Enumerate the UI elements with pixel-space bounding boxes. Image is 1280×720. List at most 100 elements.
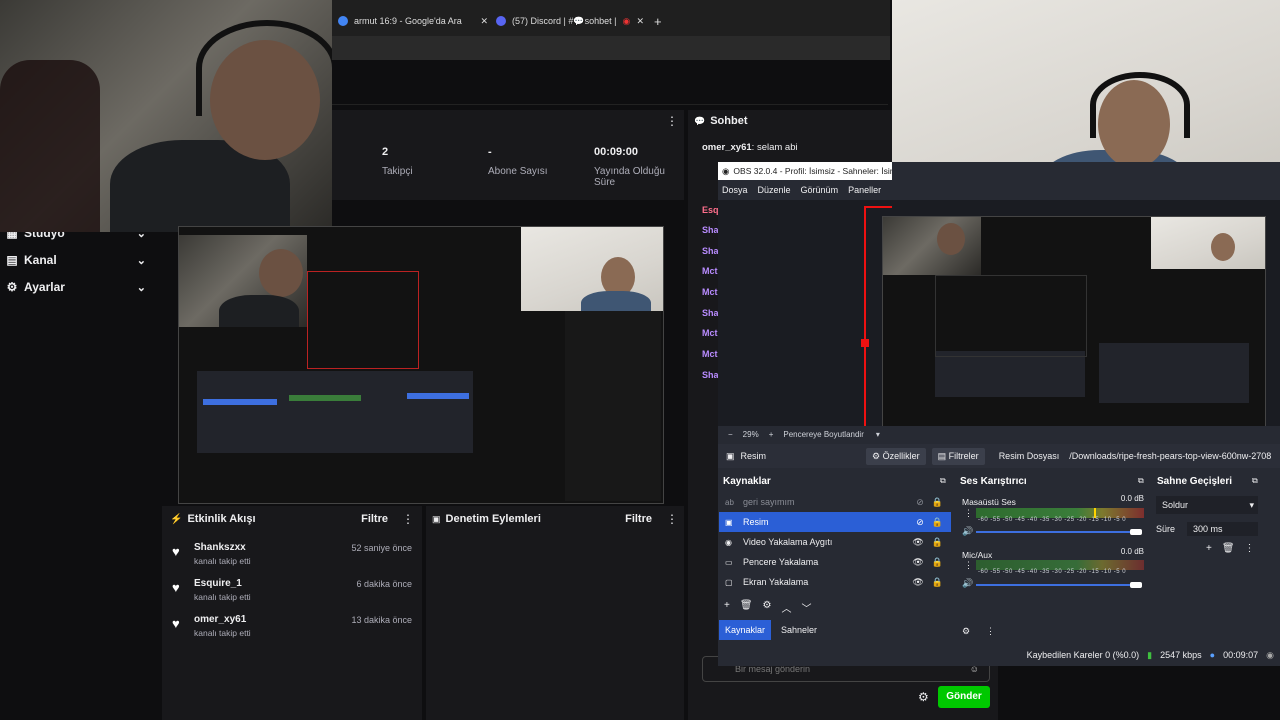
menu-docks[interactable]: Paneller: [848, 185, 881, 195]
moderation-more-icon[interactable]: ⋮: [666, 512, 678, 526]
eye-off-icon[interactable]: ⊘: [916, 497, 924, 508]
move-down-icon[interactable]: ﹀: [802, 600, 812, 615]
sidebar-item-channel[interactable]: ▤ Kanal ⌄: [6, 253, 146, 267]
delete-transition-icon[interactable]: 🗑: [1222, 543, 1235, 554]
volume-slider[interactable]: [976, 531, 1140, 533]
dock-float-icon[interactable]: ⧉: [1138, 476, 1144, 486]
transition-select[interactable]: Soldur ▾: [1156, 496, 1258, 514]
delete-source-icon[interactable]: 🗑: [740, 600, 753, 615]
source-row[interactable]: ab geri sayımım ⊘ 🔒: [719, 492, 951, 512]
moderation-header: ▣ Denetim Eylemleri Filtre ⋮: [432, 512, 678, 526]
chat-username[interactable]: Sha: [702, 246, 719, 256]
meter-scale: -60 -55 -50 -45 -40 -35 -30 -25 -20 -15 …: [978, 517, 1127, 523]
stat-uptime: 00:09:00 Yayında Olduğu Süre: [594, 146, 665, 188]
eye-icon[interactable]: 👁: [912, 537, 923, 548]
activity-filter-button[interactable]: Filtre: [361, 513, 388, 525]
zoom-in-button[interactable]: +: [769, 430, 774, 439]
source-row[interactable]: ▭ Pencere Yakalama 👁 🔒: [719, 552, 951, 572]
close-tab-icon[interactable]: ✕: [480, 16, 488, 27]
zoom-out-button[interactable]: −: [728, 430, 733, 439]
speaker-icon[interactable]: 🔊: [962, 526, 973, 537]
dock-float-icon[interactable]: ⧉: [940, 476, 946, 486]
properties-button[interactable]: ⚙ Özellikler: [866, 447, 926, 465]
menu-file[interactable]: Dosya: [722, 185, 748, 195]
preview-selection-line: [864, 206, 866, 426]
nested-webcam: [1151, 217, 1265, 269]
moderation-filter-button[interactable]: Filtre: [625, 513, 652, 525]
google-icon: [338, 16, 348, 26]
chevron-down-icon[interactable]: ▾: [876, 430, 880, 439]
chat-username[interactable]: Mct: [702, 287, 718, 297]
tab-discord[interactable]: (57) Discord | #💬sohbet | ◉ ✕: [496, 10, 644, 32]
eye-icon[interactable]: 👁: [912, 557, 923, 568]
channel-menu-icon[interactable]: ⋮: [964, 560, 973, 571]
menu-view[interactable]: Görünüm: [801, 185, 839, 195]
channel-icon: ▤: [6, 253, 18, 267]
chat-username[interactable]: Mct: [702, 349, 718, 359]
meter-scale: -60 -55 -50 -45 -40 -35 -30 -25 -20 -15 …: [978, 569, 1127, 575]
source-row[interactable]: ▣ Resim ⊘ 🔒: [719, 512, 951, 532]
heart-icon: ♥: [172, 616, 180, 631]
settings-icon: ⚙: [6, 280, 18, 294]
add-source-icon[interactable]: +: [724, 600, 730, 615]
stat-subscribers: - Abone Sayısı: [488, 146, 548, 177]
channel-menu-icon[interactable]: ⋮: [964, 508, 973, 519]
chat-username[interactable]: Sha: [702, 308, 719, 318]
chat-username[interactable]: Esq: [702, 205, 719, 215]
sources-toolbar: + 🗑 ⚙ ︿ ﹀: [724, 600, 812, 615]
text-icon: ab: [725, 497, 734, 507]
activity-header: ⚡ Etkinlik Akışı Filtre ⋮: [170, 512, 414, 526]
preview-selection-top: [864, 206, 892, 208]
tab-scenes[interactable]: Sahneler: [774, 620, 824, 640]
preview-handle[interactable]: [861, 339, 869, 347]
nested-frame: [935, 275, 1087, 357]
chat-username[interactable]: Sha: [702, 225, 719, 235]
sidebar-item-settings[interactable]: ⚙ Ayarlar ⌄: [6, 280, 146, 294]
volume-knob[interactable]: [1130, 529, 1142, 535]
window-icon: ▭: [725, 557, 733, 567]
nested-webcam: [883, 217, 981, 275]
source-settings-icon[interactable]: ⚙: [763, 600, 772, 615]
lock-icon[interactable]: 🔒: [932, 577, 943, 588]
tab-sources[interactable]: Kaynaklar: [719, 620, 771, 640]
chat-settings-icon[interactable]: ⚙: [918, 690, 929, 704]
stat-followers: 2 Takipçi: [382, 146, 413, 177]
image-path-field[interactable]: /Downloads/ripe-fresh-pears-top-view-600…: [1069, 451, 1271, 461]
activity-more-icon[interactable]: ⋮: [402, 512, 414, 526]
duration-field[interactable]: 300 ms: [1187, 522, 1258, 536]
duration-row: Süre 300 ms: [1156, 522, 1258, 536]
eye-icon[interactable]: 👁: [912, 577, 923, 588]
stats-more-icon[interactable]: ⋮: [666, 114, 678, 128]
transition-menu-icon[interactable]: ⋮: [1245, 543, 1255, 554]
close-tab-icon[interactable]: ✕: [636, 16, 644, 27]
dock-float-icon[interactable]: ⧉: [1252, 476, 1258, 486]
speaker-icon[interactable]: 🔊: [962, 578, 973, 589]
lock-icon[interactable]: 🔒: [932, 517, 943, 528]
tab-google[interactable]: armut 16:9 - Google'da Ara ✕: [338, 10, 488, 32]
lock-icon[interactable]: 🔒: [932, 557, 943, 568]
chat-username[interactable]: Sha: [702, 370, 719, 380]
source-row[interactable]: ▢ Ekran Yakalama 👁 🔒: [719, 572, 951, 592]
mixer-title: Ses Karıştırıcı: [960, 476, 1027, 487]
dashboard-sidebar: [0, 220, 160, 720]
lock-icon[interactable]: 🔒: [932, 497, 943, 508]
send-button[interactable]: Gönder: [938, 686, 990, 708]
mixer-settings-icon[interactable]: ⚙: [962, 626, 970, 637]
mixer-menu-icon[interactable]: ⋮: [986, 626, 995, 637]
volume-knob[interactable]: [1130, 582, 1142, 588]
chat-username[interactable]: Mct: [702, 328, 718, 338]
eye-off-icon[interactable]: ⊘: [916, 517, 924, 528]
source-row[interactable]: ◉ Video Yakalama Aygıtı 👁 🔒: [719, 532, 951, 552]
menu-edit[interactable]: Düzenle: [758, 185, 791, 195]
new-tab-button[interactable]: +: [654, 10, 662, 32]
volume-slider[interactable]: [976, 584, 1140, 586]
lock-icon[interactable]: 🔒: [932, 537, 943, 548]
chevron-down-icon: ▾: [1249, 499, 1254, 510]
chat-message: omer_xy61: selam abi: [702, 142, 798, 153]
add-transition-icon[interactable]: +: [1206, 543, 1212, 554]
heart-icon: ♥: [172, 544, 180, 559]
move-up-icon[interactable]: ︿: [782, 600, 792, 615]
chat-username[interactable]: Mct: [702, 266, 718, 276]
obs-zoombar: − 29% + Pencereye Boyutlandir ▾: [718, 426, 1280, 442]
filters-button[interactable]: ▤ Filtreler: [931, 447, 985, 465]
